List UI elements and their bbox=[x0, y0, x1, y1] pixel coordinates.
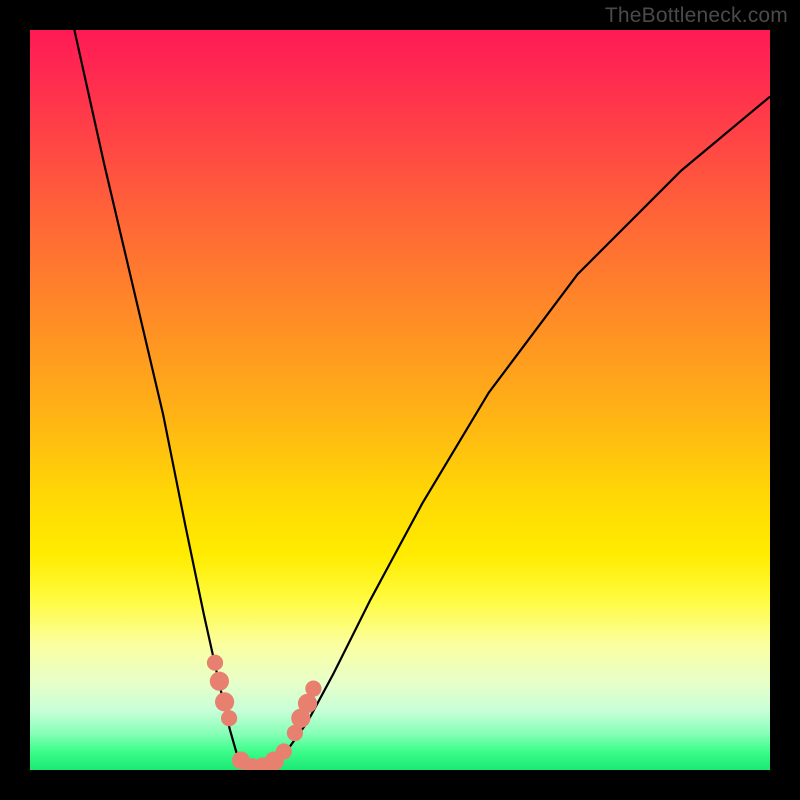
bottleneck-curve bbox=[74, 30, 770, 769]
bead-layer bbox=[207, 655, 322, 770]
bead-marker bbox=[298, 694, 317, 713]
bead-marker bbox=[215, 692, 234, 711]
chart-frame: TheBottleneck.com bbox=[0, 0, 800, 800]
bead-marker bbox=[221, 710, 237, 726]
bead-marker bbox=[207, 655, 223, 671]
bead-marker bbox=[305, 681, 321, 697]
chart-svg bbox=[30, 30, 770, 770]
bead-marker bbox=[276, 743, 292, 759]
curve-layer bbox=[74, 30, 770, 769]
plot-area bbox=[30, 30, 770, 770]
watermark-text: TheBottleneck.com bbox=[605, 4, 788, 28]
bead-marker bbox=[210, 672, 229, 691]
